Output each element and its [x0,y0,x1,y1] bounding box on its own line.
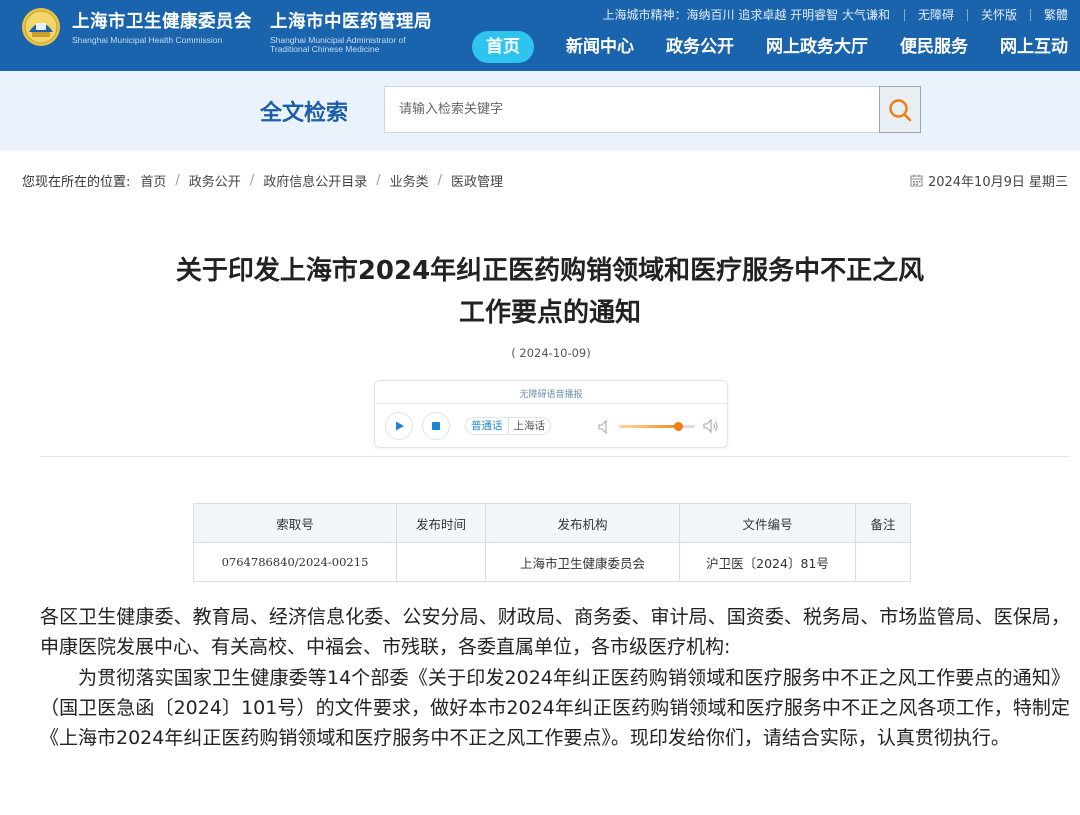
breadcrumb-lead: 您现在所在的位置: [22,175,131,190]
breadcrumb-home[interactable]: 首页 [140,171,166,190]
nav-online-hall[interactable]: 网上政务大厅 [766,31,868,63]
org2-name-en-line2: Traditional Chinese Medicine [270,44,380,54]
stop-button[interactable] [422,412,450,440]
org1-name: 上海市卫生健康委员会 [72,12,252,32]
meta-publish-time [396,542,486,582]
player-divider [375,403,727,404]
search-input[interactable] [384,86,880,133]
care-mode-link[interactable]: 关怀版 [966,8,1030,21]
breadcrumb-gov-affairs[interactable]: 政务公开 [189,171,241,190]
meta-header-doc-number: 文件编号 [679,503,856,543]
org2-name: 上海市中医药管理局 [270,12,432,32]
main-nav: 首页 新闻中心 政务公开 网上政务大厅 便民服务 网上互动 [472,31,1068,63]
breadcrumb-info-catalog[interactable]: 政府信息公开目录 [263,171,367,190]
meta-header-remarks: 备注 [855,503,911,543]
org2-block[interactable]: 上海市中医药管理局 Shanghai Municipal Administrat… [270,8,432,54]
breadcrumb-separator: / [437,173,443,188]
nav-home[interactable]: 首页 [472,31,534,63]
breadcrumb-medical-admin[interactable]: 医政管理 [451,171,503,190]
article-title-line1: 关于印发上海市2024年纠正医药购销领域和医疗服务中不正之风 [175,256,925,286]
current-date: 2024年10月9日 星期三 [910,171,1068,190]
dialect-mandarin[interactable]: 普通话 [466,418,509,434]
meta-index-no: 0764786840/2024-00215 [193,542,397,582]
nav-interaction[interactable]: 网上互动 [1000,31,1068,63]
dialect-shanghainese[interactable]: 上海话 [509,418,551,434]
nav-gov-affairs[interactable]: 政务公开 [666,31,734,63]
breadcrumb-separator: / [249,173,255,188]
commission-logo-icon[interactable] [18,6,64,48]
accessibility-link[interactable]: 无障碍 [903,8,967,21]
volume-slider-knob[interactable] [673,422,683,431]
city-spirit-text: 上海城市精神：海纳百川 追求卓越 开明睿智 大气谦和 [602,8,890,22]
meta-publisher: 上海市卫生健康委员会 [485,542,680,582]
article-paragraph: 为贯彻落实国家卫生健康委等14个部委《关于印发2024年纠正医药购销领域和医疗服… [40,667,1070,749]
play-button[interactable] [385,412,413,440]
meta-doc-number: 沪卫医〔2024〕81号 [679,542,856,582]
top-utility-bar: 上海城市精神：海纳百川 追求卓越 开明睿智 大气谦和 无障碍 关怀版 繁體 [603,6,1069,23]
org1-block[interactable]: 上海市卫生健康委员会 Shanghai Municipal Health Com… [72,8,252,45]
article-date: ( 2024-10-09) [511,346,591,360]
search-title: 全文检索 [260,101,349,126]
article-title-line2: 工作要点的通知 [458,298,641,328]
play-icon [396,421,404,431]
search-button[interactable] [879,86,921,133]
breadcrumb: 您现在所在的位置: 首页 / 政务公开 / 政府信息公开目录 / 业务类 / 医… [22,171,503,190]
nav-public-service[interactable]: 便民服务 [900,31,968,63]
volume-low-icon[interactable] [598,419,610,435]
meta-header-publisher: 发布机构 [485,503,680,543]
dialect-toggle: 普通话 上海话 [465,417,551,435]
player-label: 无障碍语音播报 [519,390,583,400]
site-header: 上海市卫生健康委员会 Shanghai Municipal Health Com… [0,0,1080,71]
breadcrumb-separator: / [376,173,381,188]
search-band: 全文检索 [0,71,1080,151]
document-meta-table: 索取号 发布时间 发布机构 文件编号 备注 0764786840/2024-00… [193,503,911,582]
meta-header-index-no: 索取号 [193,503,397,543]
meta-header-row: 索取号 发布时间 发布机构 文件编号 备注 [193,503,911,543]
audio-player: 无障碍语音播报 普通话 上海话 [374,380,728,448]
volume-slider-fill [619,425,679,428]
meta-header-publish-time: 发布时间 [396,503,486,543]
article-recipients: 各区卫生健康委、教育局、经济信息化委、公安分局、财政局、商务委、审计局、国资委、… [40,606,1070,658]
org1-name-en: Shanghai Municipal Health Commission [72,35,223,45]
volume-high-icon[interactable] [703,418,719,434]
traditional-chinese-link[interactable]: 繁體 [1029,8,1068,21]
meta-value-row: 0764786840/2024-00215 上海市卫生健康委员会 沪卫医〔202… [193,542,911,582]
volume-slider[interactable] [619,422,695,431]
nav-news[interactable]: 新闻中心 [566,31,634,63]
article-body: 各区卫生健康委、教育局、经济信息化委、公安分局、财政局、商务委、审计局、国资委、… [40,602,1070,753]
breadcrumb-business[interactable]: 业务类 [390,171,429,190]
article-divider [40,456,1070,457]
search-icon [889,98,912,121]
calendar-icon [910,174,923,187]
article-title: 关于印发上海市2024年纠正医药购销领域和医疗服务中不正之风 工作要点的通知 [120,250,980,334]
stop-icon [432,422,440,430]
meta-remarks [855,542,911,582]
current-date-text: 2024年10月9日 星期三 [927,175,1068,190]
breadcrumb-separator: / [175,173,180,188]
